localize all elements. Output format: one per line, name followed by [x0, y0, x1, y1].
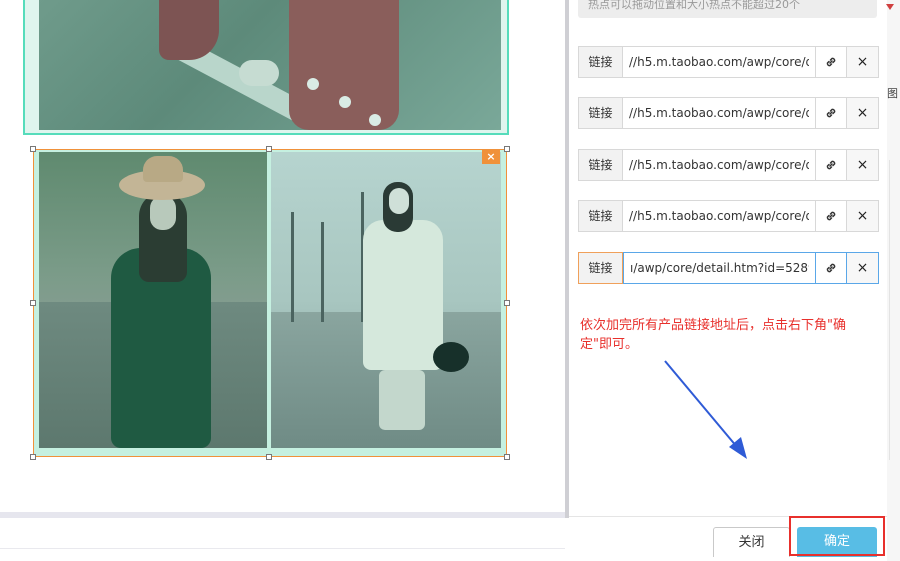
link-url-input[interactable] — [623, 46, 816, 78]
canvas-footer — [0, 518, 565, 561]
link-url-input[interactable] — [623, 149, 816, 181]
side-tab-label: 图 — [887, 87, 898, 100]
hotspot-module-top[interactable] — [23, 0, 509, 135]
resize-handle-w[interactable] — [30, 300, 36, 306]
resize-handle-se[interactable] — [504, 454, 510, 460]
instruction-annotation: 依次加完所有产品链接地址后，点击右下角"确定"即可。 — [580, 318, 846, 352]
hotspot-module-selected[interactable]: × — [33, 149, 507, 457]
resize-handle-nw[interactable] — [30, 146, 36, 152]
link-label: 链接 — [578, 149, 623, 181]
link-label: 链接 — [578, 200, 623, 232]
chain-link-icon[interactable] — [816, 252, 847, 284]
product-photo-top — [39, 0, 501, 130]
chain-link-icon[interactable] — [816, 97, 847, 129]
resize-handle-e[interactable] — [504, 300, 510, 306]
confirm-highlight-box — [789, 516, 885, 556]
link-url-input[interactable] — [623, 200, 816, 232]
resize-handle-s[interactable] — [266, 454, 272, 460]
resize-handle-ne[interactable] — [504, 146, 510, 152]
close-button[interactable]: 关闭 — [713, 527, 790, 557]
product-photo-white-dress — [271, 152, 501, 448]
remove-link-button[interactable]: × — [847, 200, 879, 232]
resize-handle-n[interactable] — [266, 146, 272, 152]
editor-canvas: × — [0, 0, 565, 512]
link-row-4: 链接 × — [578, 200, 879, 232]
link-row-5: 链接 × — [578, 252, 879, 284]
link-url-input[interactable] — [623, 252, 816, 284]
link-label: 链接 — [578, 252, 623, 284]
pointer-arrow-icon — [664, 360, 747, 459]
chain-link-icon[interactable] — [816, 46, 847, 78]
link-url-input[interactable] — [623, 97, 816, 129]
product-photo-green-dress — [39, 152, 267, 448]
delete-hotspot-button[interactable]: × — [482, 150, 500, 164]
hotspot-hint: 热点可以拖动位置和大小热点不能超过20个 — [578, 0, 877, 18]
dropdown-arrow-icon[interactable] — [886, 4, 894, 10]
chain-link-icon[interactable] — [816, 149, 847, 181]
link-row-1: 链接 × — [578, 46, 879, 78]
remove-link-button[interactable]: × — [847, 252, 879, 284]
link-row-2: 链接 × — [578, 97, 879, 129]
remove-link-button[interactable]: × — [847, 97, 879, 129]
link-label: 链接 — [578, 46, 623, 78]
resize-handle-sw[interactable] — [30, 454, 36, 460]
remove-link-button[interactable]: × — [847, 149, 879, 181]
link-settings-panel: 热点可以拖动位置和大小热点不能超过20个 链接 × 链接 × 链接 × 链接 ×… — [569, 0, 887, 561]
chain-link-icon[interactable] — [816, 200, 847, 232]
link-row-3: 链接 × — [578, 149, 879, 181]
remove-link-button[interactable]: × — [847, 46, 879, 78]
link-label: 链接 — [578, 97, 623, 129]
